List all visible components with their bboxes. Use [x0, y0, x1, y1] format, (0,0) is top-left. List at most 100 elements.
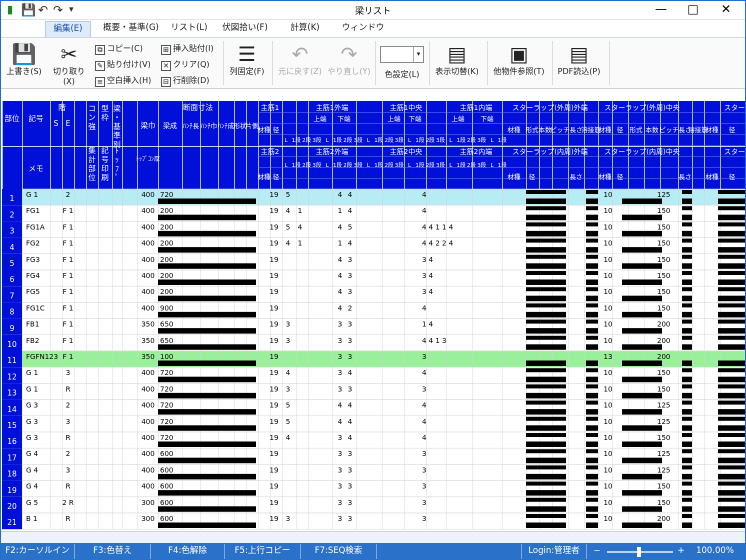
cell-depth[interactable]: 720 — [160, 434, 173, 442]
f3-color-change-button[interactable]: F3:色替え — [75, 544, 151, 559]
delete-row-button[interactable]: ⊟ 行削除(D) — [161, 75, 209, 87]
cell-stirrup-material[interactable]: 10 — [604, 418, 613, 426]
other-ref-button[interactable]: ▣ 他物件参照(T) — [489, 42, 549, 77]
cell-stirrup-pitch[interactable]: 200 — [657, 353, 670, 361]
cell-kigou[interactable]: G 3 — [26, 434, 38, 442]
insert-blank-button[interactable]: ≡ 空白挿入(H) — [95, 75, 151, 87]
cell-kigou[interactable]: FG2 — [26, 240, 40, 248]
cell-rebar-2[interactable]: 1 — [298, 240, 302, 248]
cell-rebar-top[interactable]: 3 — [338, 337, 342, 345]
cell-floor[interactable]: F 1 — [63, 353, 74, 361]
zoom-out-button[interactable]: − — [591, 544, 603, 559]
cell-rebar-inner[interactable]: 3 — [422, 353, 426, 361]
cell-rebar-1[interactable]: 3 — [286, 337, 290, 345]
cell-depth[interactable]: 720 — [160, 191, 173, 199]
cell-stirrup-material[interactable]: 10 — [604, 256, 613, 264]
cell-width[interactable]: 350 — [141, 353, 154, 361]
cell-rebar-inner[interactable]: 3 — [422, 450, 426, 458]
cell-rebar-top[interactable]: 1 — [338, 240, 342, 248]
cell-floor[interactable]: F 1 — [63, 337, 74, 345]
cell-rebar-inner[interactable]: 1 4 — [422, 321, 434, 329]
cell-width[interactable]: 400 — [141, 240, 154, 248]
cell-rebar-bottom[interactable]: 3 — [348, 515, 352, 523]
cell-floor[interactable]: 3 — [66, 418, 70, 426]
zoom-in-button[interactable]: + — [675, 544, 687, 559]
cell-material[interactable]: 19 — [270, 385, 279, 393]
cell-floor[interactable]: R — [66, 385, 71, 393]
cell-rebar-top[interactable]: 1 — [338, 207, 342, 215]
cell-depth[interactable]: 600 — [160, 450, 173, 458]
cell-kigou[interactable]: B 1 — [26, 515, 37, 523]
cell-rebar-bottom[interactable]: 3 — [348, 353, 352, 361]
cell-stirrup-material[interactable]: 10 — [604, 450, 613, 458]
tab-list[interactable]: リスト(L) — [168, 21, 210, 37]
row-number[interactable]: 13 — [7, 389, 17, 398]
cell-rebar-inner[interactable]: 3 4 — [422, 256, 434, 264]
cell-rebar-inner[interactable]: 4 4 1 3 — [422, 337, 447, 345]
cell-rebar-inner[interactable]: 3 4 — [422, 288, 434, 296]
cell-kigou[interactable]: G 1 — [26, 369, 38, 377]
cell-rebar-1[interactable]: 5 — [286, 418, 290, 426]
cell-stirrup-material[interactable]: 10 — [604, 223, 613, 231]
cell-rebar-inner[interactable]: 3 — [422, 499, 426, 507]
row-number[interactable]: 7 — [10, 291, 15, 300]
cell-floor[interactable]: 2 R — [62, 499, 74, 507]
cell-floor[interactable]: 3 — [66, 466, 70, 474]
redo-button[interactable]: ↷ やり直し(Y) — [325, 42, 373, 77]
f5-copy-above-button[interactable]: F5:上行コピー — [225, 544, 301, 559]
cell-rebar-inner[interactable]: 3 4 — [422, 272, 434, 280]
cell-rebar-bottom[interactable]: 3 — [348, 483, 352, 491]
cell-width[interactable]: 400 — [141, 385, 154, 393]
cell-rebar-1[interactable]: 4 — [286, 207, 291, 215]
cell-kigou[interactable]: FB1 — [26, 321, 39, 329]
row-number[interactable]: 15 — [7, 421, 17, 430]
row-number[interactable]: 5 — [10, 259, 15, 268]
cell-rebar-top[interactable]: 3 — [338, 321, 342, 329]
cell-stirrup-pitch[interactable]: 150 — [657, 240, 670, 248]
cell-kigou[interactable]: G 5 — [26, 499, 38, 507]
color-dropdown[interactable]: ▾ — [380, 46, 424, 63]
cell-floor[interactable]: 2 — [66, 450, 70, 458]
cell-depth[interactable]: 200 — [160, 240, 173, 248]
zoom-slider-thumb[interactable] — [637, 547, 641, 557]
cell-stirrup-material[interactable]: 10 — [604, 402, 613, 410]
cell-depth[interactable]: 200 — [160, 256, 173, 264]
cell-stirrup-pitch[interactable]: 150 — [657, 272, 670, 280]
cell-rebar-top[interactable]: 3 — [338, 385, 342, 393]
cell-stirrup-pitch[interactable]: 150 — [657, 483, 670, 491]
cell-rebar-top[interactable]: 3 — [338, 353, 342, 361]
insert-paste-button[interactable]: ⊞ 挿入貼付(I) — [161, 43, 214, 55]
cell-rebar-2[interactable]: 1 — [298, 207, 302, 215]
cell-width[interactable]: 400 — [141, 304, 154, 312]
cell-stirrup-material[interactable]: 10 — [604, 288, 613, 296]
cell-material[interactable]: 19 — [270, 304, 279, 312]
save-button[interactable]: 💾 上書き(S) — [5, 42, 43, 77]
cell-floor[interactable]: F 1 — [63, 207, 74, 215]
cell-material[interactable]: 19 — [270, 450, 279, 458]
cell-material[interactable]: 19 — [270, 288, 279, 296]
cell-rebar-bottom[interactable]: 4 — [348, 369, 353, 377]
cell-rebar-bottom[interactable]: 4 — [348, 434, 353, 442]
cell-rebar-inner[interactable]: 3 — [422, 515, 426, 523]
cell-stirrup-material[interactable]: 10 — [604, 304, 613, 312]
cell-rebar-bottom[interactable]: 3 — [348, 499, 352, 507]
cell-rebar-bottom[interactable]: 3 — [348, 256, 352, 264]
cell-stirrup-material[interactable]: 10 — [604, 499, 613, 507]
cell-floor[interactable]: F 1 — [63, 321, 74, 329]
cell-rebar-bottom[interactable]: 4 — [348, 418, 353, 426]
cell-stirrup-pitch[interactable]: 200 — [657, 515, 670, 523]
cell-rebar-inner[interactable]: 4 — [422, 369, 427, 377]
cell-rebar-1[interactable]: 3 — [286, 385, 290, 393]
cell-stirrup-pitch[interactable]: 125 — [657, 418, 670, 426]
cell-material[interactable]: 19 — [270, 434, 279, 442]
cell-rebar-inner[interactable]: 4 — [422, 304, 427, 312]
cell-rebar-top[interactable]: 3 — [338, 483, 342, 491]
cell-depth[interactable]: 650 — [160, 337, 173, 345]
cell-rebar-inner[interactable]: 4 — [422, 402, 427, 410]
cell-rebar-bottom[interactable]: 3 — [348, 385, 352, 393]
cell-stirrup-pitch[interactable]: 125 — [657, 466, 670, 474]
fix-column-button[interactable]: ☰ 列固定(F) — [227, 42, 267, 77]
row-number[interactable]: 10 — [7, 340, 17, 349]
cell-depth[interactable]: 650 — [160, 321, 173, 329]
row-number[interactable]: 18 — [7, 470, 17, 479]
